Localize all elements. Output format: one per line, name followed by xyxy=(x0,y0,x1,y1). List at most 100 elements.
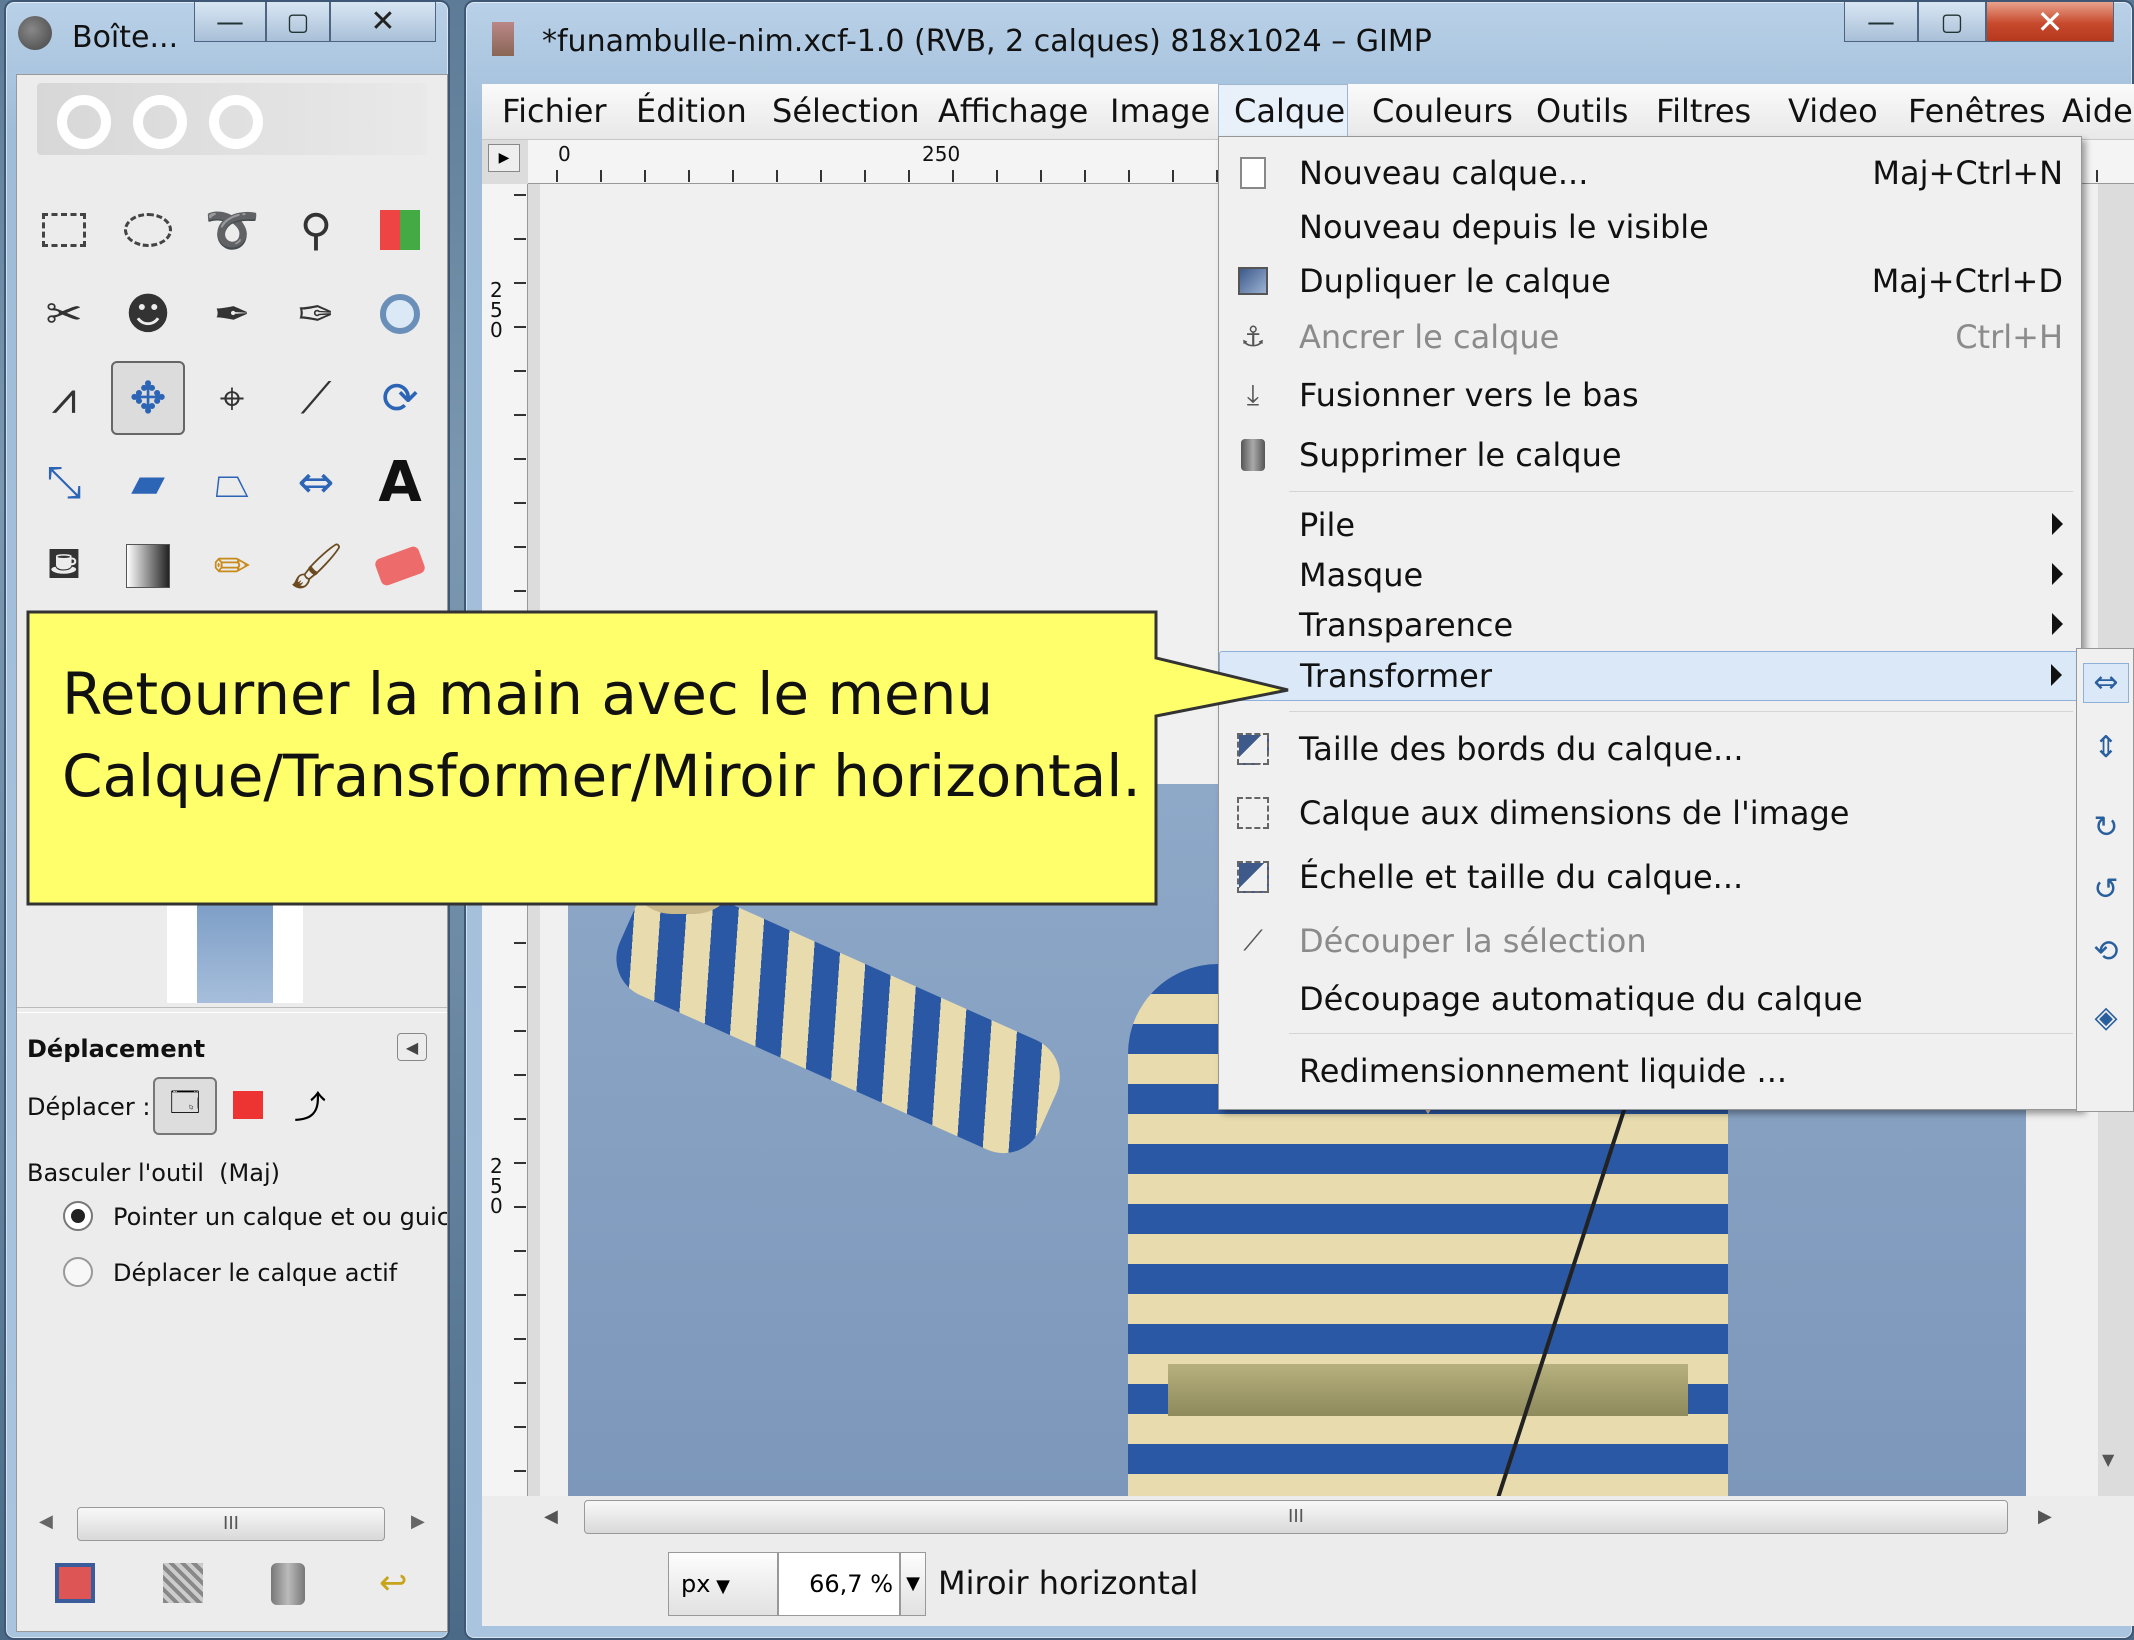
rotate-180-icon[interactable]: ⟲ xyxy=(2083,933,2129,973)
arbitrary-rotation-icon[interactable]: ◈ xyxy=(2083,999,2129,1039)
flip-tool-icon[interactable]: ⇔ xyxy=(279,445,353,519)
reset-options-icon[interactable]: ↩ xyxy=(379,1563,419,1603)
align-tool-icon[interactable]: ⌖ xyxy=(195,361,269,435)
save-options-icon[interactable] xyxy=(55,1563,95,1603)
move-tool-icon[interactable]: ✥ xyxy=(111,361,185,435)
submenu-arrow-icon xyxy=(2051,664,2062,686)
image-close-button[interactable]: ✕ xyxy=(1986,2,2114,42)
rotate-tool-icon[interactable]: ⟳ xyxy=(363,361,437,435)
ellipse-select-tool-icon[interactable] xyxy=(111,193,185,267)
restore-options-icon[interactable] xyxy=(163,1563,203,1603)
ruler-v-tick-250a: 2 5 0 xyxy=(490,278,503,342)
move-path-mode-button[interactable]: ⤴ xyxy=(287,1085,333,1126)
callout-line-1: Retourner la main avec le menu xyxy=(62,660,994,728)
perspective-tool-icon[interactable]: ⏢ xyxy=(195,445,269,519)
rect-select-tool-icon[interactable] xyxy=(27,193,101,267)
menubar: Fichier Édition Sélection Affichage Imag… xyxy=(482,84,2134,140)
tool-options-collapse-icon[interactable]: ◀ xyxy=(397,1033,427,1061)
image-window-icon xyxy=(492,22,514,56)
ruler-v-tick-250b: 2 5 0 xyxy=(490,1154,503,1218)
toolbox-minimize-button[interactable]: — xyxy=(194,2,266,42)
menu-selection[interactable]: Sélection xyxy=(772,84,919,138)
menu-item-transformer[interactable]: Transformer xyxy=(1219,651,2083,701)
ruler-h-tick-0: 0 xyxy=(558,142,571,166)
zoom-field[interactable]: 66,7 % xyxy=(778,1552,900,1616)
text-tool-icon[interactable]: A xyxy=(363,445,437,519)
shear-tool-icon[interactable]: ▰ xyxy=(111,445,185,519)
status-message: Miroir horizontal xyxy=(938,1564,1199,1602)
image-minimize-button[interactable]: — xyxy=(1844,2,1918,42)
menu-video[interactable]: Video xyxy=(1788,84,1878,138)
menu-edition[interactable]: Édition xyxy=(636,84,747,138)
menu-couleurs[interactable]: Couleurs xyxy=(1372,84,1513,138)
menu-fichier[interactable]: Fichier xyxy=(502,84,607,138)
zoom-tool-icon[interactable] xyxy=(363,277,437,351)
radio-pick-layer-label[interactable]: Pointer un calque et ou guic xyxy=(113,1203,447,1231)
fuzzy-select-tool-icon[interactable]: ⚲ xyxy=(279,193,353,267)
menu-calque[interactable]: Calque xyxy=(1234,84,1345,138)
eraser-tool-icon[interactable] xyxy=(363,529,437,603)
rotate-cw-icon[interactable]: ↻ xyxy=(2083,809,2129,849)
anchor-icon: ⚓ xyxy=(1240,320,1266,353)
toggle-tool-label: Basculer l'outil (Maj) xyxy=(27,1159,280,1187)
submenu-arrow-icon xyxy=(2052,563,2063,585)
toolbox-scroll-left-icon[interactable]: ◀ xyxy=(39,1511,63,1541)
toolbox-title: Boîte... xyxy=(72,20,179,55)
zoom-dropdown-icon[interactable]: ▼ xyxy=(900,1552,926,1616)
status-bar: px ▼ 66,7 % ▼ Miroir horizontal xyxy=(482,1540,2134,1626)
toolbox-scrollbar-thumb[interactable]: III xyxy=(77,1507,385,1541)
image-maximize-button[interactable]: ▢ xyxy=(1918,2,1986,42)
canvas-scrollbar-thumb[interactable]: III xyxy=(584,1500,2008,1534)
move-selection-mode-button[interactable] xyxy=(233,1091,263,1119)
tool-options-divider xyxy=(17,1007,447,1013)
canvas-scroll-left-icon[interactable]: ◀ xyxy=(544,1506,558,1527)
toolbox-close-button[interactable]: ✕ xyxy=(330,2,436,42)
photo-belt xyxy=(1168,1364,1688,1416)
rotate-ccw-icon[interactable]: ↺ xyxy=(2083,871,2129,911)
menu-outils[interactable]: Outils xyxy=(1536,84,1628,138)
menu-fenetres[interactable]: Fenêtres xyxy=(1908,84,2046,138)
chevron-down-icon: ▼ xyxy=(710,1576,731,1597)
image-thumbnail[interactable] xyxy=(167,905,303,1003)
bucket-fill-tool-icon[interactable]: ⛾ xyxy=(27,529,101,603)
radio-pick-layer[interactable] xyxy=(63,1201,93,1231)
quickmask-corner-button[interactable]: ▶ xyxy=(488,144,520,172)
gradient-tool-icon[interactable] xyxy=(111,529,185,603)
select-by-color-tool-icon[interactable] xyxy=(363,193,437,267)
crop-icon: ⟋ xyxy=(1243,924,1263,957)
toolbox-maximize-button[interactable]: ▢ xyxy=(266,2,330,42)
radio-move-active[interactable] xyxy=(63,1257,93,1287)
color-picker-tool-icon[interactable]: ✑ xyxy=(279,277,353,351)
delete-options-icon[interactable] xyxy=(271,1563,305,1605)
ruler-h-tick-250: 250 xyxy=(922,142,961,166)
radio-move-active-label[interactable]: Déplacer le calque actif xyxy=(113,1259,397,1287)
canvas-vscroll-down-icon[interactable]: ▼ xyxy=(2102,1450,2114,1469)
paintbrush-tool-icon[interactable]: 🖌 xyxy=(279,529,353,603)
measure-tool-icon[interactable]: ⩘ xyxy=(27,361,101,435)
toolbox-scroll-right-icon[interactable]: ▶ xyxy=(411,1511,435,1541)
new-layer-icon xyxy=(1233,155,1273,191)
canvas-scroll-right-icon[interactable]: ▶ xyxy=(2038,1506,2052,1527)
scissors-tool-icon[interactable]: ✂ xyxy=(27,277,101,351)
move-layer-mode-button[interactable]: 🗔 xyxy=(153,1077,217,1135)
scale-tool-icon[interactable]: ⤡ xyxy=(27,445,101,519)
crop-tool-icon[interactable]: ⟋ xyxy=(279,361,353,435)
merge-down-icon: ⤓ xyxy=(1246,378,1260,411)
wilber-banner xyxy=(37,83,427,155)
menu-separator xyxy=(1289,491,2073,492)
unit-select[interactable]: px ▼ xyxy=(668,1552,778,1616)
paths-tool-icon[interactable]: ✒ xyxy=(195,277,269,351)
lasso-tool-icon[interactable]: ➰ xyxy=(195,193,269,267)
menu-aide[interactable]: Aide xyxy=(2062,84,2133,138)
menu-filtres[interactable]: Filtres xyxy=(1656,84,1751,138)
foreground-select-tool-icon[interactable]: ☻ xyxy=(111,277,185,351)
menu-separator xyxy=(1289,711,2073,712)
pencil-tool-icon[interactable]: ✏ xyxy=(195,529,269,603)
menu-image[interactable]: Image xyxy=(1110,84,1210,138)
menu-affichage[interactable]: Affichage xyxy=(938,84,1088,138)
tool-options-title: Déplacement xyxy=(27,1035,206,1063)
image-window-title: *funambulle-nim.xcf-1.0 (RVB, 2 calques)… xyxy=(542,24,1432,59)
gimp-logo-icon xyxy=(18,16,52,50)
flip-horizontal-icon[interactable]: ⇔ xyxy=(2083,663,2129,703)
flip-vertical-icon[interactable]: ⇕ xyxy=(2083,729,2129,769)
